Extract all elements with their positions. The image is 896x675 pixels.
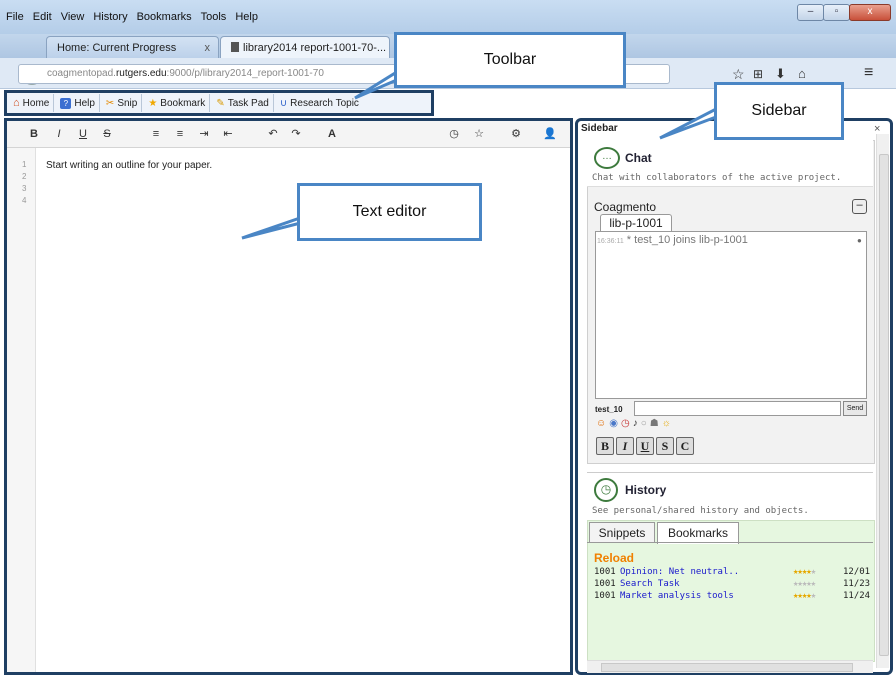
editor-callout: Text editor xyxy=(297,183,482,241)
toolbar-callout: Toolbar xyxy=(394,32,626,88)
sidebar-callout: Sidebar xyxy=(714,82,844,140)
